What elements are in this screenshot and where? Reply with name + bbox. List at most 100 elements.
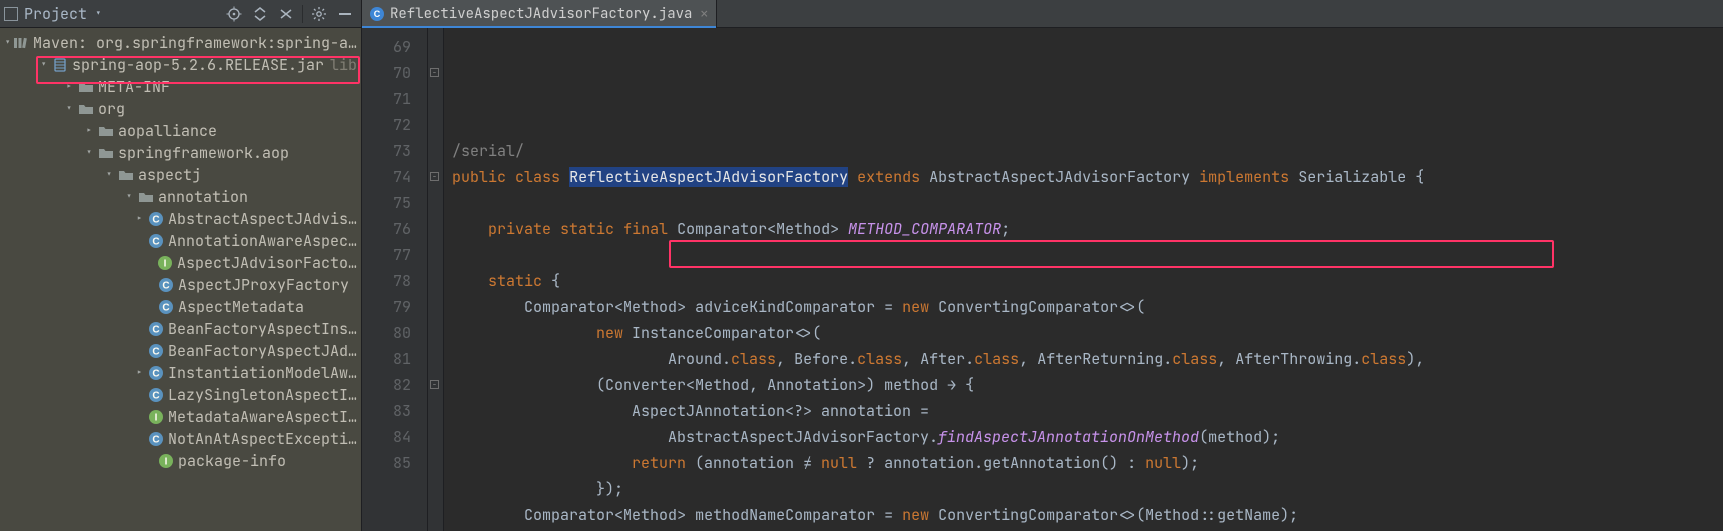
java-class-icon: C xyxy=(370,7,384,21)
line-number: 77 xyxy=(362,242,411,268)
chevron-right-icon: ▸ xyxy=(62,80,76,94)
tree-label: LazySingletonAspectI… xyxy=(168,385,357,405)
interface-icon: I xyxy=(158,453,174,469)
tree-label: BeanFactoryAspectJAd… xyxy=(168,341,357,361)
class-icon: C xyxy=(148,233,164,249)
line-number: 81 xyxy=(362,346,411,372)
editor-area: C ReflectiveAspectJAdvisorFactory.java ✕… xyxy=(362,0,1723,531)
folder-icon xyxy=(118,167,134,183)
gear-icon[interactable] xyxy=(309,4,329,24)
tree-label: aopalliance xyxy=(118,121,217,141)
hide-icon[interactable] xyxy=(335,4,355,24)
tree-label: annotation xyxy=(158,187,248,207)
editor-tab[interactable]: C ReflectiveAspectJAdvisorFactory.java ✕ xyxy=(362,0,717,27)
tree-label: AbstractAspectJAdvis… xyxy=(168,209,357,229)
class-icon: C xyxy=(148,211,164,227)
tree-label: org xyxy=(98,99,125,119)
tree-meta-inf[interactable]: ▸ META-INF xyxy=(0,76,361,98)
tree-class-item[interactable]: ▸CAbstractAspectJAdvis… xyxy=(0,208,361,230)
folder-icon xyxy=(98,145,114,161)
collapse-all-icon[interactable] xyxy=(276,4,296,24)
expand-all-icon[interactable] xyxy=(250,4,270,24)
line-number: 71 xyxy=(362,86,411,112)
tree-sf-aop[interactable]: ▾ springframework.aop xyxy=(0,142,361,164)
tree-jar[interactable]: ▾ spring-aop-5.2.6.RELEASE.jar lib xyxy=(0,54,361,76)
tree-label: MetadataAwareAspectI… xyxy=(168,407,357,427)
line-number: 79 xyxy=(362,294,411,320)
editor-body: 6970717273747576777879808182838485 − − − /… xyxy=(362,28,1723,531)
svg-text:C: C xyxy=(162,303,169,314)
line-number: 70 xyxy=(362,60,411,86)
locate-icon[interactable] xyxy=(224,4,244,24)
code-line xyxy=(452,190,1723,216)
chevron-down-icon: ▾ xyxy=(37,58,49,72)
tree-class-item[interactable]: CAspectMetadata xyxy=(0,296,361,318)
tree-class-item[interactable]: C BeanFactoryAspectIns… xyxy=(0,318,361,340)
editor-tab-label: ReflectiveAspectJAdvisorFactory.java xyxy=(390,5,692,23)
chevron-down-icon: ▾ xyxy=(4,36,11,50)
tree-class-item[interactable]: I AspectJAdvisorFacto… xyxy=(0,252,361,274)
interface-icon: I xyxy=(148,409,164,425)
jar-icon xyxy=(52,57,68,73)
chevron-down-icon: ▾ xyxy=(122,190,136,204)
code-line: Comparator<Method> methodNameComparator … xyxy=(452,502,1723,528)
tree-class-item[interactable]: C LazySingletonAspectI… xyxy=(0,384,361,406)
fold-toggle-icon[interactable]: − xyxy=(430,68,439,77)
svg-text:I: I xyxy=(164,259,167,270)
svg-text:C: C xyxy=(162,281,169,292)
code-area[interactable]: /serial/public class ReflectiveAspectJAd… xyxy=(444,28,1723,531)
svg-text:C: C xyxy=(152,347,159,358)
project-title-button[interactable]: Project ▾ xyxy=(4,4,102,24)
tree-class-item[interactable]: I MetadataAwareAspectI… xyxy=(0,406,361,428)
tree-label: package-info xyxy=(178,451,286,471)
chevron-down-icon: ▾ xyxy=(95,7,102,21)
code-line: return (annotation ≠ null ? annotation.g… xyxy=(452,450,1723,476)
svg-text:C: C xyxy=(152,435,159,446)
class-icon: C xyxy=(158,299,174,315)
tree-aopalliance[interactable]: ▸ aopalliance xyxy=(0,120,361,142)
project-tool-window: Project ▾ xyxy=(0,0,362,531)
chevron-right-icon: ▸ xyxy=(82,124,96,138)
class-icon: C xyxy=(148,343,164,359)
tree-label: InstantiationModelAw… xyxy=(168,363,357,383)
svg-text:C: C xyxy=(152,369,159,380)
svg-text:C: C xyxy=(152,391,159,402)
chevron-right-icon: ▸ xyxy=(133,366,146,380)
class-icon: C xyxy=(148,431,164,447)
line-number: 85 xyxy=(362,450,411,476)
line-number: 83 xyxy=(362,398,411,424)
tree-class-item[interactable]: Ipackage-info xyxy=(0,450,361,472)
tree-class-item[interactable]: C BeanFactoryAspectJAd… xyxy=(0,340,361,362)
fold-toggle-icon[interactable]: − xyxy=(430,380,439,389)
editor-tab-bar: C ReflectiveAspectJAdvisorFactory.java ✕ xyxy=(362,0,1723,28)
tree-org[interactable]: ▾ org xyxy=(0,98,361,120)
interface-icon: I xyxy=(157,255,173,271)
tree-label: AspectJAdvisorFacto… xyxy=(177,253,357,273)
tree-badge: lib xyxy=(330,55,357,75)
tree-class-item[interactable]: CAspectJProxyFactory xyxy=(0,274,361,296)
line-number: 84 xyxy=(362,424,411,450)
project-tree[interactable]: ▾ Maven: org.springframework:spring-a… ▾… xyxy=(0,28,361,531)
tree-root[interactable]: ▾ Maven: org.springframework:spring-a… xyxy=(0,32,361,54)
tree-class-item[interactable]: ▸ C InstantiationModelAw… xyxy=(0,362,361,384)
line-number: 69 xyxy=(362,34,411,60)
fold-toggle-icon[interactable]: − xyxy=(430,172,439,181)
svg-text:C: C xyxy=(152,325,159,336)
chevron-down-icon: ▾ xyxy=(62,102,76,116)
tree-label: springframework.aop xyxy=(118,143,289,163)
folder-icon xyxy=(98,123,114,139)
class-icon: C xyxy=(148,365,164,381)
tree-label: BeanFactoryAspectIns… xyxy=(168,319,357,339)
folder-icon xyxy=(138,189,154,205)
tree-class-item[interactable]: CNotAnAtAspectExcepti… xyxy=(0,428,361,450)
line-number-gutter: 6970717273747576777879808182838485 xyxy=(362,28,428,531)
class-icon: C xyxy=(148,387,164,403)
tree-annotation[interactable]: ▾ annotation xyxy=(0,186,361,208)
tree-aspectj[interactable]: ▾ aspectj xyxy=(0,164,361,186)
svg-text:I: I xyxy=(155,413,158,424)
tree-class-item[interactable]: CAnnotationAwareAspec… xyxy=(0,230,361,252)
project-icon xyxy=(4,7,18,21)
close-icon[interactable]: ✕ xyxy=(698,5,710,22)
code-line: Comparator<Method> adviceKindComparator … xyxy=(452,294,1723,320)
folder-icon xyxy=(78,79,94,95)
